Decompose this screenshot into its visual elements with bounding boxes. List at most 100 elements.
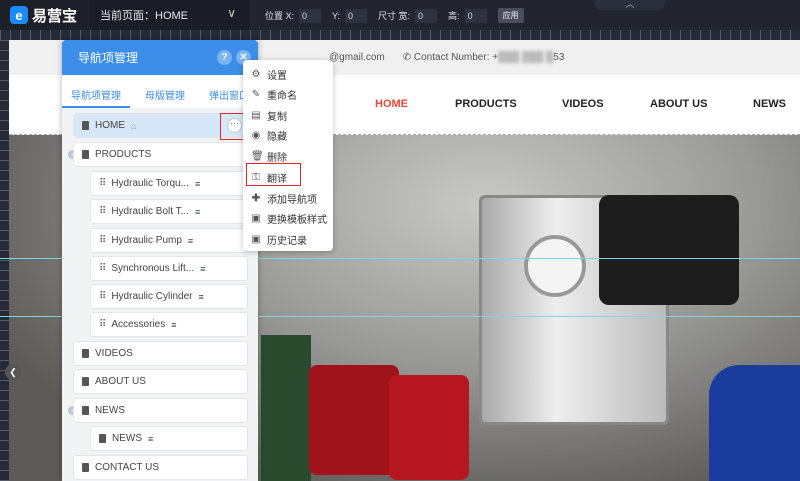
item-label: ABOUT US — [95, 376, 146, 387]
tree-item-about-us[interactable]: ABOUT US — [73, 369, 248, 394]
tree-item-child[interactable]: ⠿ Hydraulic Pump ≡ — [90, 228, 248, 253]
page-icon — [82, 377, 89, 386]
panel-title: 导航项管理 — [78, 51, 139, 65]
menu-label: 复制 — [267, 112, 287, 123]
email-text: @gmail.com — [329, 52, 385, 63]
menu-label: 重命名 — [267, 91, 297, 102]
edit-icon: ✎ — [251, 89, 261, 100]
apply-button[interactable]: 应用 — [497, 8, 524, 23]
item-label: CONTACT US — [95, 462, 160, 473]
item-label: Hydraulic Cylinder — [111, 291, 193, 302]
context-menu: ⚙ 设置 ✎ 重命名 ▤ 复制 ◉ 隐藏 🗑 删除 ⚿ 翻译 ✚ 添加导航项 ▣ 更换模板样式 … — [243, 60, 333, 251]
list-icon: ≡ — [200, 263, 206, 274]
page-icon — [82, 150, 89, 159]
tree-item-child[interactable]: ⠿ Hydraulic Torqu... ≡ — [90, 171, 248, 196]
item-label: NEWS — [95, 405, 125, 416]
menu-item-copy[interactable]: ▤ 复制 — [251, 108, 287, 123]
horizontal-ruler — [0, 30, 800, 40]
pos-y-input[interactable] — [345, 8, 368, 23]
menu-label: 添加导航项 — [267, 195, 317, 206]
nav-products[interactable]: PRODUCTS — [455, 98, 517, 110]
gear-icon: ⚙ — [251, 69, 261, 80]
item-label: Hydraulic Bolt T... — [111, 206, 189, 217]
menu-item-add-nav[interactable]: ✚ 添加导航项 — [251, 191, 317, 206]
tree-item-products[interactable]: PRODUCTS — [73, 142, 248, 167]
page-icon — [82, 349, 89, 358]
contact-number: ✆ Contact Number: +███ ███ █53 — [402, 52, 565, 63]
page-icon — [82, 406, 89, 415]
copy-icon: ▤ — [251, 110, 261, 121]
menu-label: 删除 — [267, 153, 287, 164]
item-label: Hydraulic Pump — [111, 235, 182, 246]
page-icon — [82, 463, 89, 472]
tree-item-child[interactable]: NEWS ≡ — [90, 426, 248, 451]
menu-item-delete[interactable]: 🗑 删除 — [251, 149, 287, 164]
history-icon: ▣ — [251, 234, 261, 245]
logo: e 易营宝 — [0, 0, 90, 30]
list-icon: ≡ — [194, 206, 201, 217]
menu-label: 历史记录 — [267, 236, 307, 247]
current-page-select[interactable]: 当前页面：HOME ∨ — [90, 0, 250, 30]
pos-x-input[interactable] — [299, 8, 322, 23]
list-icon: ≡ — [187, 235, 194, 246]
collapse-toolbar-button[interactable]: ︿ — [595, 0, 665, 10]
nav-news[interactable]: NEWS — [753, 98, 786, 110]
drag-grid-icon: ⠿ — [99, 235, 106, 246]
help-icon[interactable]: ? — [217, 50, 232, 65]
list-icon: ≡ — [198, 291, 204, 302]
width-input[interactable] — [415, 8, 438, 23]
list-icon: ≡ — [194, 178, 201, 189]
menu-item-change-template[interactable]: ▣ 更换模板样式 — [251, 211, 327, 226]
position-size-controls: 位置 X: Y: 尺寸 宽: 高: 应用 — [265, 8, 524, 23]
eye-icon: ◉ — [251, 130, 261, 141]
menu-label: 设置 — [267, 71, 287, 82]
list-icon: ≡ — [171, 319, 177, 330]
menu-item-settings[interactable]: ⚙ 设置 — [251, 67, 287, 82]
tree-item-child[interactable]: ⠿ Accessories ≡ — [90, 312, 248, 337]
logo-icon: e — [10, 6, 28, 24]
item-label: Hydraulic Torqu... — [111, 178, 189, 189]
drag-grid-icon: ⠿ — [99, 178, 106, 189]
menu-item-rename[interactable]: ✎ 重命名 — [251, 87, 297, 102]
page-icon — [99, 434, 106, 443]
menu-label: 更换模板样式 — [267, 215, 327, 226]
pos-y-label: Y: — [332, 10, 341, 21]
list-icon: ≡ — [148, 433, 154, 444]
height-input[interactable] — [464, 8, 487, 23]
home-icon: ⌂ — [131, 120, 137, 131]
tree-item-child[interactable]: ⠿ Hydraulic Cylinder ≡ — [90, 284, 248, 309]
item-label: PRODUCTS — [95, 149, 152, 160]
contact-tail: 53 — [553, 52, 565, 63]
tree-item-news[interactable]: NEWS — [73, 398, 248, 423]
tree-item-contact-us[interactable]: CONTACT US — [73, 455, 248, 480]
nav-videos[interactable]: VIDEOS — [562, 98, 604, 110]
menu-item-hide[interactable]: ◉ 隐藏 — [251, 128, 287, 143]
width-label: 尺寸 宽: — [378, 11, 411, 21]
drag-grid-icon: ⠿ — [99, 263, 106, 274]
template-icon: ▣ — [251, 213, 261, 224]
drag-grid-icon: ⠿ — [99, 319, 106, 330]
contact-label: Contact Number: + — [413, 52, 499, 63]
logo-text: 易营宝 — [32, 7, 78, 25]
nav-home[interactable]: HOME — [375, 98, 408, 110]
current-page-label: 当前页面：HOME — [100, 10, 188, 22]
menu-item-history[interactable]: ▣ 历史记录 — [251, 232, 307, 247]
height-label: 高: — [448, 11, 460, 21]
tree-item-child[interactable]: ⠿ Synchronous Lift... ≡ — [90, 256, 248, 281]
phone-icon: ✆ — [402, 52, 414, 63]
tab-master[interactable]: 母版管理 — [136, 75, 194, 108]
tree-item-videos[interactable]: VIDEOS — [73, 341, 248, 366]
top-toolbar: e易营宝 当前页面：HOME ∨ 位置 X: Y: 尺寸 宽: 高: 应用 ︿ — [0, 0, 800, 30]
plus-icon: ✚ — [251, 193, 261, 204]
item-label: NEWS — [112, 433, 142, 444]
page-icon — [82, 121, 89, 130]
slider-prev-button[interactable]: ❮ — [5, 364, 21, 380]
item-label: Synchronous Lift... — [111, 263, 195, 274]
drag-grid-icon: ⠿ — [99, 291, 106, 302]
nav-about-us[interactable]: ABOUT US — [650, 98, 707, 110]
tab-nav-items[interactable]: 导航项管理 — [62, 75, 130, 108]
tree-item-child[interactable]: ⠿ Hydraulic Bolt T... ≡ — [90, 199, 248, 224]
item-label: HOME — [95, 120, 125, 131]
item-label: VIDEOS — [95, 348, 133, 359]
menu-label: 隐藏 — [267, 132, 287, 143]
